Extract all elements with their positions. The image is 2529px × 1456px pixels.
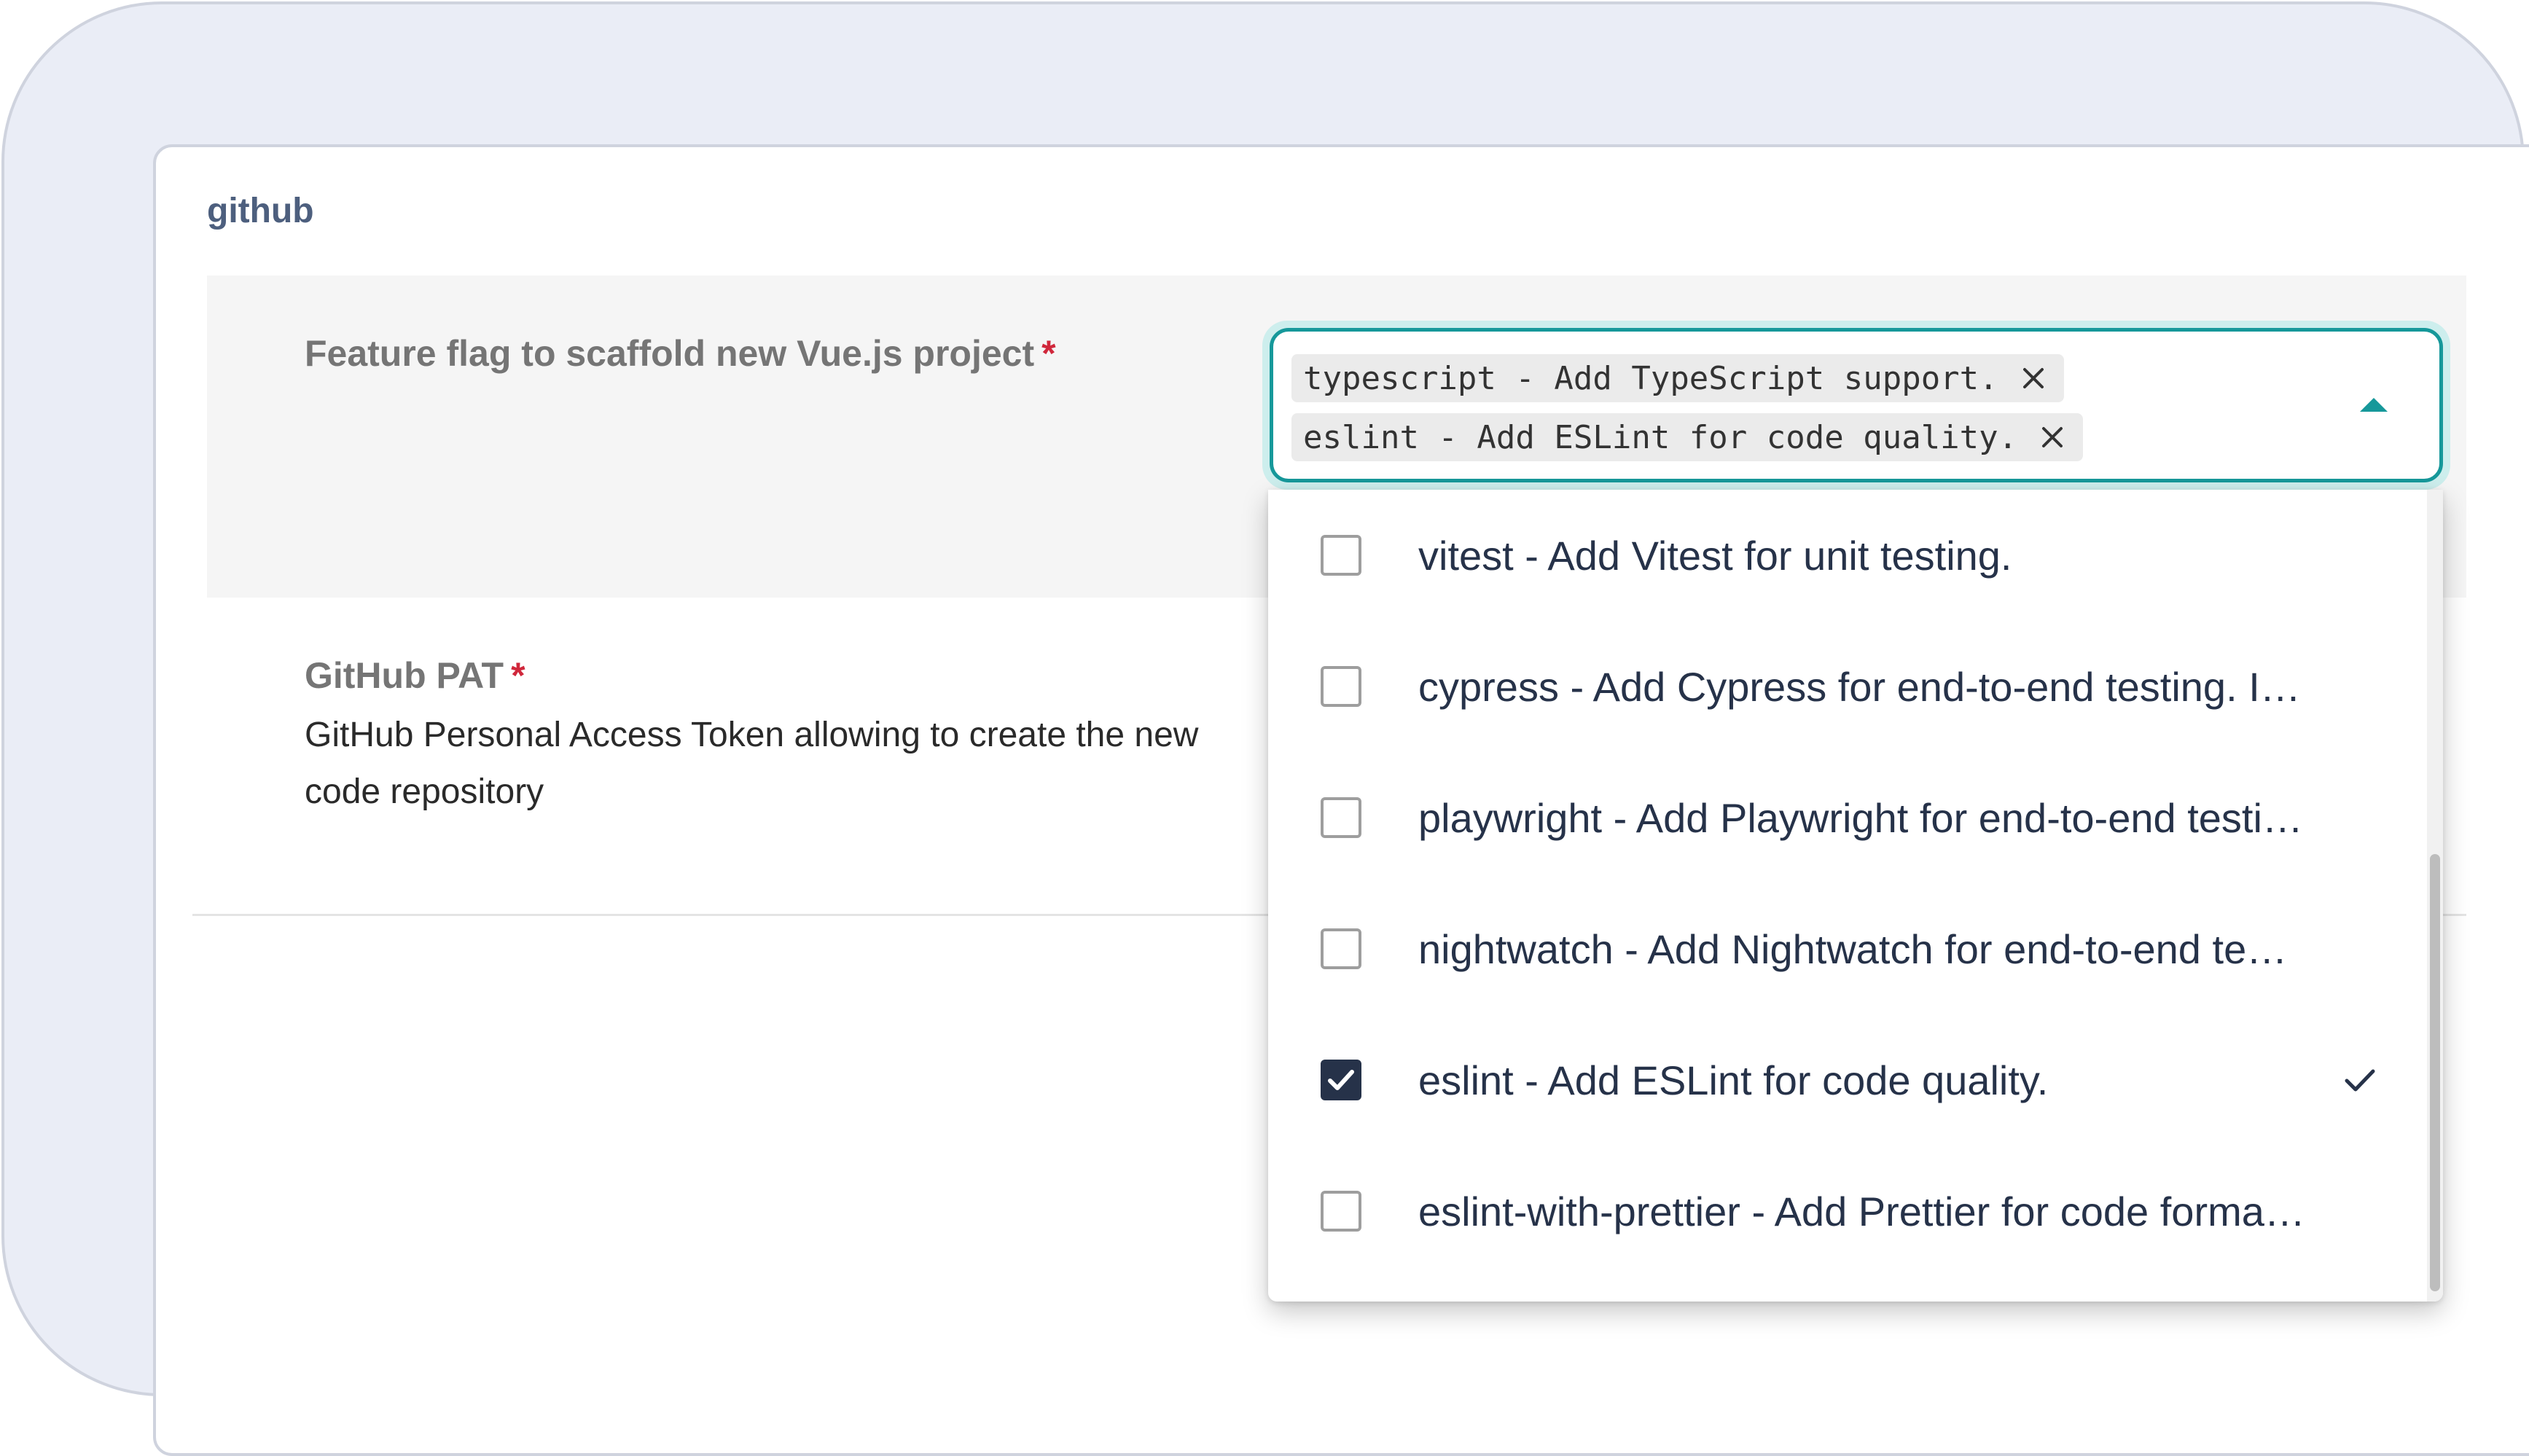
option-vitest[interactable]: vitest - Add Vitest for unit testing. (1268, 490, 2427, 621)
checkbox-checked[interactable] (1321, 1060, 1361, 1100)
option-nightwatch[interactable]: nightwatch - Add Nightwatch for end-to-e… (1268, 883, 2427, 1014)
caret-up-icon[interactable] (2360, 398, 2388, 412)
checkbox[interactable] (1321, 666, 1361, 707)
chip-label: eslint - Add ESLint for code quality. (1303, 418, 2018, 456)
github-pat-label: GitHub PAT * (305, 654, 525, 697)
option-playwright[interactable]: playwright - Add Playwright for end-to-e… (1268, 752, 2427, 883)
dropdown-menu: vitest - Add Vitest for unit testing. cy… (1268, 490, 2443, 1302)
chip-label: typescript - Add TypeScript support. (1303, 359, 1998, 397)
option-cypress[interactable]: cypress - Add Cypress for end-to-end tes… (1268, 621, 2427, 752)
checkbox[interactable] (1321, 797, 1361, 838)
checkbox[interactable] (1321, 928, 1361, 969)
close-icon[interactable] (2036, 421, 2068, 453)
option-eslint[interactable]: eslint - Add ESLint for code quality. (1268, 1014, 2427, 1146)
option-label: eslint - Add ESLint for code quality. (1418, 1057, 2049, 1103)
close-icon[interactable] (2017, 362, 2049, 394)
option-label: playwright - Add Playwright for end-to-e… (1418, 794, 2307, 841)
checkbox[interactable] (1321, 1191, 1361, 1232)
section-title: github (207, 192, 314, 230)
github-pat-label-text: GitHub PAT (305, 655, 504, 696)
option-eslint-with-prettier[interactable]: eslint-with-prettier - Add Prettier for … (1268, 1146, 2427, 1277)
option-label: cypress - Add Cypress for end-to-end tes… (1418, 663, 2307, 710)
feature-flag-label: Feature flag to scaffold new Vue.js proj… (305, 332, 1056, 375)
option-label: eslint-with-prettier - Add Prettier for … (1418, 1188, 2307, 1234)
option-label: nightwatch - Add Nightwatch for end-to-e… (1418, 925, 2307, 972)
scrollbar[interactable] (2427, 490, 2443, 1302)
scrollbar-thumb[interactable] (2430, 854, 2440, 1291)
check-icon (2340, 1060, 2380, 1100)
checkbox[interactable] (1321, 535, 1361, 576)
selected-chip-typescript: typescript - Add TypeScript support. (1291, 354, 2064, 402)
option-label: vitest - Add Vitest for unit testing. (1418, 532, 2012, 579)
selected-chip-eslint: eslint - Add ESLint for code quality. (1291, 413, 2084, 461)
feature-flag-label-text: Feature flag to scaffold new Vue.js proj… (305, 333, 1035, 374)
github-pat-description: GitHub Personal Access Token allowing to… (305, 716, 1199, 811)
required-marker: * (511, 655, 525, 696)
required-marker: * (1041, 333, 1056, 374)
